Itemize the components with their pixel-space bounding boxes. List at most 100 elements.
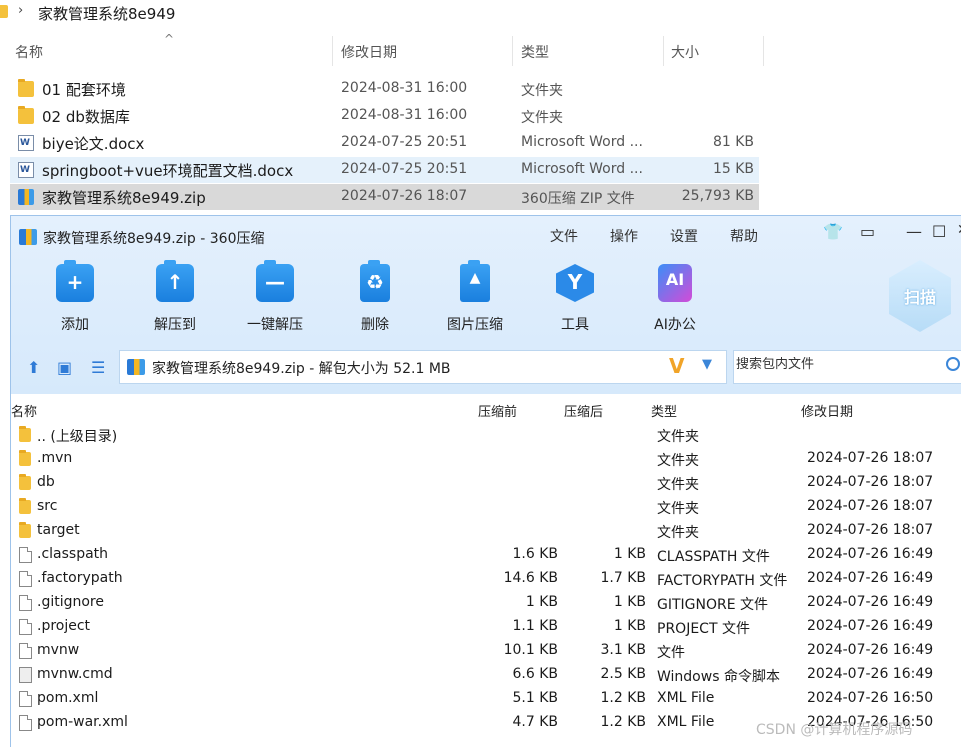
file-name: 家教管理系统8e949.zip <box>42 189 206 207</box>
list-item[interactable]: src 文件夹 2024-07-26 18:07 <box>11 495 961 519</box>
column-header-name[interactable]: 名称 <box>15 42 43 62</box>
image-compress-icon: ▲ <box>460 260 490 302</box>
menu-operate[interactable]: 操作 <box>610 226 638 246</box>
list-item[interactable]: db 文件夹 2024-07-26 18:07 <box>11 471 961 495</box>
chevron-right-icon[interactable]: › <box>18 3 23 18</box>
word-doc-icon <box>18 162 34 178</box>
up-arrow-icon[interactable]: ⬆ <box>27 358 40 377</box>
ai-office-button[interactable]: AI AI办公 <box>630 264 720 334</box>
file-row[interactable]: 01 配套环境 2024-08-31 16:00 文件夹 <box>10 76 759 102</box>
file-size: 25,793 KB <box>681 188 754 204</box>
file-icon <box>19 571 32 587</box>
file-icon <box>19 643 32 659</box>
menu-settings[interactable]: 设置 <box>670 226 698 246</box>
list-item[interactable]: .gitignore 1 KB 1 KB GITIGNORE 文件 2024-0… <box>11 591 961 615</box>
file-modified: 2024-07-25 20:51 <box>341 161 468 177</box>
item-modified: 2024-07-26 16:49 <box>807 594 934 610</box>
minimize-icon[interactable]: — <box>906 222 922 241</box>
item-size-before: 4.7 KB <box>512 714 559 730</box>
item-type: XML File <box>657 690 715 706</box>
item-type: 文件 <box>657 645 685 661</box>
column-header-after[interactable]: 压缩后 <box>564 401 603 420</box>
list-item[interactable]: .factorypath 14.6 KB 1.7 KB FACTORYPATH … <box>11 567 961 591</box>
list-item[interactable]: .classpath 1.6 KB 1 KB CLASSPATH 文件 2024… <box>11 543 961 567</box>
column-header-modified[interactable]: 修改日期 <box>801 401 853 420</box>
explorer-header: ^ 名称 修改日期 类型 大小 <box>0 32 764 66</box>
column-header-name[interactable]: 名称 <box>11 401 37 420</box>
column-divider[interactable] <box>763 36 764 66</box>
item-size-before: 14.6 KB <box>503 570 558 586</box>
address-bar: ⬆ ▣ ☰ 家教管理系统8e949.zip - 解包大小为 52.1 MB V … <box>11 348 961 388</box>
list-item[interactable]: mvnw 10.1 KB 3.1 KB 文件 2024-07-26 16:49 <box>11 639 961 663</box>
item-modified: 2024-07-26 16:49 <box>807 666 934 682</box>
file-row[interactable]: 02 db数据库 2024-08-31 16:00 文件夹 <box>10 103 759 129</box>
file-modified: 2024-07-26 18:07 <box>341 188 468 204</box>
column-divider[interactable] <box>332 36 333 66</box>
file-name: springboot+vue环境配置文档.docx <box>42 162 294 180</box>
scan-label: 扫描 <box>903 288 936 307</box>
file-icon <box>19 619 32 635</box>
file-name: 01 配套环境 <box>42 81 126 99</box>
column-header-type[interactable]: 类型 <box>521 42 549 62</box>
column-header-size[interactable]: 大小 <box>671 42 699 62</box>
column-header-modified[interactable]: 修改日期 <box>341 42 397 62</box>
item-size-after: 1 KB <box>613 546 646 562</box>
view-thumbnail-icon[interactable]: ▣ <box>57 358 72 377</box>
breadcrumb-item[interactable]: 家教管理系统8e949 <box>38 3 175 24</box>
column-header-before[interactable]: 压缩前 <box>478 401 517 420</box>
zip-list-header: 名称 压缩前 压缩后 类型 修改日期 <box>11 396 961 422</box>
column-divider[interactable] <box>512 36 513 66</box>
feedback-icon[interactable]: ▭ <box>860 222 875 241</box>
search-input[interactable] <box>736 357 936 372</box>
list-item[interactable]: pom.xml 5.1 KB 1.2 KB XML File 2024-07-2… <box>11 687 961 711</box>
menu-help[interactable]: 帮助 <box>730 226 758 246</box>
window-title: 家教管理系统8e949.zip - 360压缩 <box>43 231 265 247</box>
tools-button[interactable]: Y 工具 <box>530 264 620 334</box>
file-row[interactable]: springboot+vue环境配置文档.docx 2024-07-25 20:… <box>10 157 759 183</box>
view-list-icon[interactable]: ☰ <box>91 358 105 377</box>
v-logo-icon[interactable]: V <box>669 354 684 378</box>
list-item[interactable]: .. (上级目录) 文件夹 <box>11 423 961 447</box>
file-modified: 2024-07-25 20:51 <box>341 134 468 150</box>
file-row[interactable]: biye论文.docx 2024-07-25 20:51 Microsoft W… <box>10 130 759 156</box>
column-header-type[interactable]: 类型 <box>651 401 677 420</box>
file-type: Microsoft Word ... <box>521 134 643 150</box>
menu-file[interactable]: 文件 <box>550 226 578 246</box>
column-divider[interactable] <box>663 36 664 66</box>
add-button[interactable]: + 添加 <box>30 260 120 334</box>
skin-icon[interactable]: 👕 <box>823 222 843 241</box>
item-size-after: 1 KB <box>613 594 646 610</box>
item-name: db <box>37 474 55 490</box>
image-compress-button[interactable]: ▲ 图片压缩 <box>430 260 520 334</box>
list-item[interactable]: .mvn 文件夹 2024-07-26 18:07 <box>11 447 961 471</box>
item-size-before: 5.1 KB <box>512 690 559 706</box>
file-modified: 2024-08-31 16:00 <box>341 107 468 123</box>
item-name: .. (上级目录) <box>37 429 118 445</box>
delete-button[interactable]: ♻ 删除 <box>330 260 420 334</box>
path-field[interactable]: 家教管理系统8e949.zip - 解包大小为 52.1 MB V ▼ <box>119 350 727 384</box>
extract-to-label: 解压到 <box>154 317 196 333</box>
word-doc-icon <box>18 135 34 151</box>
file-icon <box>19 715 32 731</box>
list-item[interactable]: .project 1.1 KB 1 KB PROJECT 文件 2024-07-… <box>11 615 961 639</box>
item-type: 文件夹 <box>657 501 699 517</box>
extract-to-button[interactable]: ↑ 解压到 <box>130 260 220 334</box>
search-icon[interactable] <box>946 357 960 371</box>
item-name: .classpath <box>37 546 109 562</box>
item-modified: 2024-07-26 18:07 <box>807 498 934 514</box>
item-name: .gitignore <box>37 594 104 610</box>
close-icon[interactable]: ✕ <box>957 222 961 238</box>
search-field[interactable] <box>733 350 961 384</box>
list-item[interactable]: target 文件夹 2024-07-26 18:07 <box>11 519 961 543</box>
recycle-bin-icon: ♻ <box>360 260 390 302</box>
maximize-icon[interactable]: ☐ <box>932 222 946 241</box>
scan-button[interactable]: 扫描 <box>889 260 951 332</box>
zip-window: 家教管理系统8e949.zip - 360压缩 文件 操作 设置 帮助 👕 ▭ … <box>10 215 961 747</box>
chevron-down-icon[interactable]: ▼ <box>702 357 712 372</box>
list-item[interactable]: mvnw.cmd 6.6 KB 2.5 KB Windows 命令脚本 2024… <box>11 663 961 687</box>
item-name: src <box>37 498 58 514</box>
folder-icon <box>18 106 34 124</box>
one-click-extract-button[interactable]: — 一键解压 <box>230 260 320 334</box>
file-name: biye论文.docx <box>42 135 145 153</box>
file-row[interactable]: 家教管理系统8e949.zip 2024-07-26 18:07 360压缩 Z… <box>10 184 759 210</box>
